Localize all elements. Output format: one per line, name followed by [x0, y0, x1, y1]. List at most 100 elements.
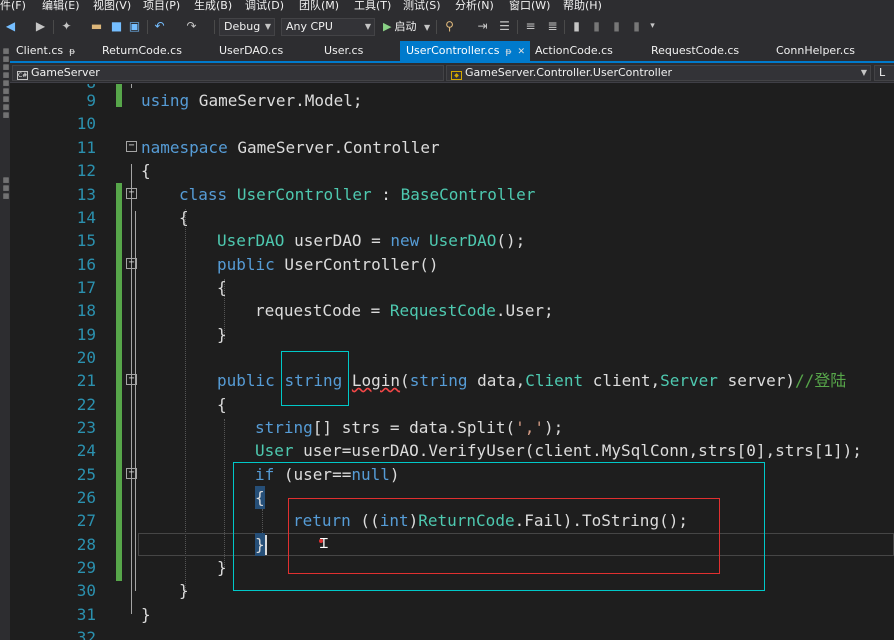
line-number: 22 [76, 395, 96, 414]
document-tab-bar: Client.cs ᵽ ReturnCode.cs UserDAO.cs User… [10, 41, 894, 63]
toolbar-separator [147, 20, 148, 34]
collapse-icon[interactable]: − [126, 374, 137, 385]
menu-project[interactable]: 项目(P) [143, 0, 180, 13]
platform-combo[interactable]: Any CPU ▼ [281, 18, 375, 36]
line-number: 31 [76, 605, 96, 624]
menu-window[interactable]: 窗口(W) [509, 0, 550, 13]
menu-debug[interactable]: 调试(D) [245, 0, 284, 13]
toolbox-icon[interactable]: ▦▦▦ [0, 176, 10, 206]
code-text: UserDAO userDAO = new UserDAO(); [217, 231, 526, 250]
save-all-icon[interactable]: ▣ [128, 20, 141, 33]
config-value: Debug [224, 20, 261, 33]
undo-icon[interactable]: ↶ [153, 20, 166, 33]
tab-client[interactable]: Client.cs ᵽ [16, 41, 75, 61]
line-number: 27 [76, 511, 96, 530]
toolbar: ◀ ▶ ✦ ▬ ■ ▣ ↶ ↷ Debug ▼ Any CPU ▼ ▶ 启动 ▼ … [0, 13, 894, 41]
play-icon: ▶ [383, 20, 392, 33]
member-dropdown[interactable]: L [874, 65, 894, 81]
save-icon[interactable]: ■ [110, 20, 123, 33]
line-number: 28 [76, 535, 96, 554]
menu-analyze[interactable]: 分析(N) [455, 0, 494, 13]
line-number: 19 [76, 325, 96, 344]
menu-team[interactable]: 团队(M) [299, 0, 339, 13]
step-icon[interactable]: ⇥ [476, 20, 489, 33]
toolbar-overflow-icon[interactable]: ▾ [646, 20, 659, 33]
server-explorer-icon[interactable]: ▦▦▦▦▦▦▦▦▦ [0, 47, 10, 137]
menu-test[interactable]: 测试(S) [403, 0, 441, 13]
menu-file[interactable]: 件(F) [0, 0, 26, 13]
pin-icon[interactable]: ᵽ [69, 47, 75, 57]
find-icon[interactable]: ⚲ [443, 20, 456, 33]
tab-connhelper[interactable]: ConnHelper.cs [776, 41, 855, 61]
code-text: { [217, 395, 227, 414]
code-text: User user=userDAO.VerifyUser(client.MySq… [255, 441, 862, 460]
redo-icon[interactable]: ↷ [185, 20, 198, 33]
menu-view[interactable]: 视图(V) [93, 0, 131, 13]
tab-returncode[interactable]: ReturnCode.cs [102, 41, 182, 61]
menu-tools[interactable]: 工具(T) [354, 0, 391, 13]
project-name: GameServer [31, 66, 100, 79]
tab-actioncode[interactable]: ActionCode.cs [535, 41, 613, 61]
uncomment-icon[interactable]: ≣ [546, 20, 559, 33]
bookmark-next-icon[interactable]: ▮ [610, 20, 623, 33]
code-editor[interactable]: 8 9 using GameServer.Model; 10 11 − name… [10, 84, 894, 640]
code-line: 13 − class UserController : BaseControll… [10, 183, 894, 206]
tab-label: User.cs [324, 44, 364, 57]
new-project-icon[interactable]: ✦ [60, 20, 73, 33]
bookmark-clear-icon[interactable]: ▮ [630, 20, 643, 33]
bookmark-icon[interactable]: ▮ [570, 20, 583, 33]
tab-usercontroller[interactable]: UserController.cs ᵽ ✕ [400, 41, 530, 61]
start-label: 启动 [394, 20, 417, 33]
menu-edit[interactable]: 编辑(E) [42, 0, 80, 13]
code-text: } [141, 605, 151, 624]
pin-icon[interactable]: ᵽ [505, 47, 511, 57]
code-line: 15 UserDAO userDAO = new UserDAO(); [10, 229, 894, 252]
comment-icon[interactable]: ≡ [524, 20, 537, 33]
collapse-icon[interactable]: − [126, 188, 137, 199]
tab-user[interactable]: User.cs [324, 41, 363, 61]
forward-icon[interactable]: ▶ [34, 20, 47, 33]
line-number: 17 [76, 278, 96, 297]
menu-help[interactable]: 帮助(H) [563, 0, 602, 13]
tab-label: ReturnCode.cs [102, 44, 182, 57]
tab-userdao[interactable]: UserDAO.cs [219, 41, 283, 61]
highlight-box-string [281, 351, 349, 406]
open-folder-icon[interactable]: ▬ [90, 20, 103, 33]
line-number: 24 [76, 441, 96, 460]
bookmark-prev-icon[interactable]: ▮ [590, 20, 603, 33]
start-button[interactable]: ▶ 启动 ▼ [383, 19, 430, 36]
code-text: } [217, 325, 227, 344]
code-text: using GameServer.Model; [141, 91, 363, 110]
code-line: 20 [10, 346, 894, 369]
click-marker-icon [319, 539, 323, 543]
collapse-icon[interactable]: − [126, 258, 137, 269]
toolbar-separator [517, 20, 518, 34]
chevron-down-icon: ▼ [860, 68, 867, 77]
config-combo[interactable]: Debug ▼ [219, 18, 275, 36]
csharp-project-icon: C# [17, 71, 28, 80]
back-icon[interactable]: ◀ [4, 20, 17, 33]
chevron-down-icon: ▼ [364, 22, 371, 31]
code-line: 32 [10, 626, 894, 640]
line-number: 21 [76, 371, 96, 390]
tab-requestcode[interactable]: RequestCode.cs [651, 41, 739, 61]
line-number: 14 [76, 208, 96, 227]
menu-build[interactable]: 生成(B) [194, 0, 232, 13]
collapse-icon[interactable]: − [126, 141, 137, 152]
collapse-icon[interactable]: − [126, 468, 137, 479]
project-dropdown[interactable]: C# GameServer [12, 65, 444, 81]
code-text: { [217, 278, 227, 297]
code-text: class UserController : BaseController [179, 185, 536, 204]
line-number: 23 [76, 418, 96, 437]
code-line: 19 } [10, 323, 894, 346]
close-icon[interactable]: ✕ [517, 47, 525, 57]
code-text: { [141, 161, 151, 180]
list-icon[interactable]: ☰ [498, 20, 511, 33]
tab-label: RequestCode.cs [651, 44, 740, 57]
line-number: 32 [76, 628, 96, 640]
line-number: 9 [86, 91, 96, 110]
type-dropdown[interactable]: ◆ GameServer.Controller.UserController ▼ [446, 65, 871, 81]
toolbar-separator [214, 20, 215, 34]
code-line: 24 User user=userDAO.VerifyUser(client.M… [10, 439, 894, 462]
line-number: 20 [76, 348, 96, 367]
